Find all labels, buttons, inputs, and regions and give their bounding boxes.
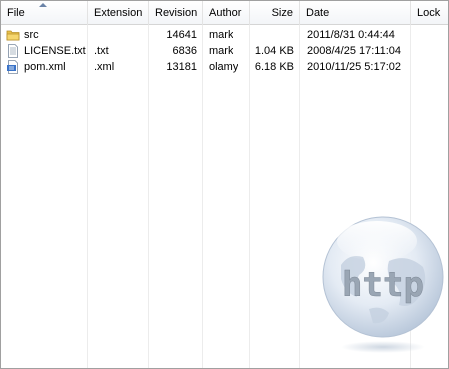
file-size: 6.18 KB [254,61,294,73]
file-name: pom.xml [24,61,66,73]
column-header-file-label: File [7,7,25,19]
file-author: olamy [209,61,239,73]
column-header-extension[interactable]: Extension [88,1,149,25]
column-header-size-label: Size [271,7,293,19]
column-header-size[interactable]: Size [250,1,300,25]
sort-ascending-icon [39,3,47,7]
column-header-extension-label: Extension [94,7,143,19]
folder-icon [6,30,20,41]
file-revision: 6836 [172,45,197,57]
text-file-icon [8,44,18,58]
column-header-revision[interactable]: Revision [149,1,203,25]
file-size [250,27,294,43]
column-header-date-label: Date [306,7,330,19]
column-header-file[interactable]: File [1,1,88,25]
file-extension: .txt [94,45,109,57]
column-header-bar: File Extension Revision Author Size Date… [1,1,448,25]
file-row-license[interactable]: LICENSE.txt .txt 6836 mark 1.04 KB 2008/… [1,43,448,59]
watermark-text: http [342,265,424,305]
column-divider [148,25,149,368]
column-header-author[interactable]: Author [203,1,250,25]
column-header-author-label: Author [209,7,242,19]
column-header-date[interactable]: Date [300,1,411,25]
column-header-lock-label: Lock [417,7,441,19]
column-divider [202,25,203,368]
file-extension: .xml [94,61,115,73]
column-divider [87,25,88,368]
column-divider [249,25,250,368]
xml-file-icon [7,60,18,74]
repo-browser-file-list: File Extension Revision Author Size Date… [0,0,449,369]
file-revision: 14641 [166,29,197,41]
file-author: mark [209,29,234,41]
file-date: 2011/8/31 0:44:44 [307,29,395,41]
file-name: src [24,29,39,41]
column-header-lock[interactable]: Lock [411,1,448,25]
file-row-src[interactable]: src 14641 mark 2011/8/31 0:44:44 [1,27,448,43]
file-date: 2008/4/25 17:11:04 [307,45,401,57]
file-name: LICENSE.txt [24,45,86,57]
column-divider [299,25,300,368]
globe-icon: http [322,216,444,353]
file-row-pom[interactable]: pom.xml .xml 13181 olamy 6.18 KB 2010/11… [1,59,448,75]
file-size: 1.04 KB [254,45,294,57]
file-author: mark [209,45,234,57]
file-date: 2010/11/25 5:17:02 [307,61,401,73]
file-revision: 13181 [166,61,197,73]
column-header-revision-label: Revision [155,7,198,19]
file-list-rows: src 14641 mark 2011/8/31 0:44:44 LICENSE… [1,27,448,75]
